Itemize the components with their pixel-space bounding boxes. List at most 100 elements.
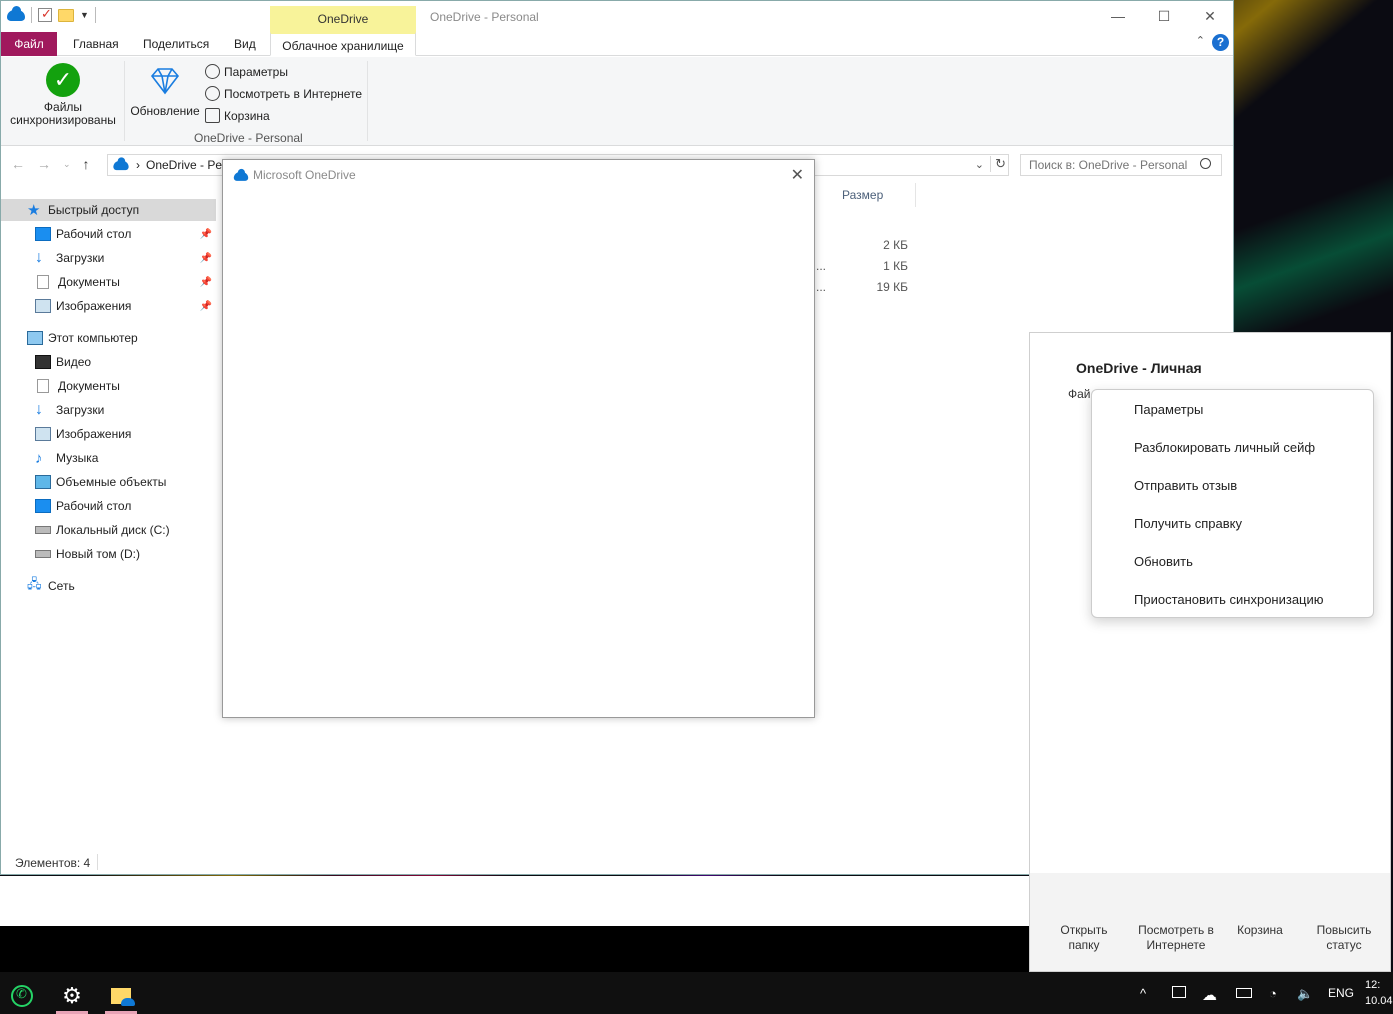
pin-icon[interactable]: 📌	[200, 229, 212, 240]
sidebar-item-label: Загрузки	[56, 251, 105, 265]
sidebar-item-label: Музыка	[56, 451, 99, 465]
gear-icon: ⚙	[62, 983, 82, 1008]
tab-cloud-storage[interactable]: Облачное хранилище	[270, 32, 416, 56]
refresh-icon[interactable]: ↻	[990, 156, 1006, 172]
sidebar-item-3d-objects[interactable]: Объемные объекты	[1, 471, 216, 493]
language-indicator[interactable]: ENG	[1328, 986, 1354, 1000]
wifi-icon[interactable]: ◔	[1269, 986, 1277, 1001]
sidebar-item-desktop[interactable]: Рабочий стол 📌	[1, 223, 216, 245]
diamond-icon	[150, 67, 180, 97]
drive-icon	[35, 550, 51, 558]
sidebar-item-music[interactable]: ♪ Музыка	[1, 447, 216, 469]
tab-share[interactable]: Поделиться	[131, 32, 221, 56]
document-icon	[37, 275, 49, 289]
collapse-ribbon-icon[interactable]: ⌃	[1196, 34, 1205, 47]
onedrive-tray-icon[interactable]: ☁	[1202, 986, 1217, 1004]
sidebar-item-label: Новый том (D:)	[56, 547, 140, 561]
volume-icon[interactable]: 🔈	[1297, 986, 1313, 1002]
recycle-bin-button[interactable]: Корзина	[205, 108, 270, 123]
menu-item-unlock-vault[interactable]: Разблокировать личный сейф	[1134, 440, 1315, 455]
tray-chevron-icon[interactable]: ^	[1140, 986, 1146, 1001]
cube-icon	[35, 475, 51, 489]
tab-file[interactable]: Файл	[1, 32, 57, 56]
pin-icon[interactable]: 📌	[200, 277, 212, 288]
ribbon: ✓ Файлы синхронизированы Обновление Пара…	[1, 57, 1233, 146]
menu-item-refresh[interactable]: Обновить	[1134, 554, 1193, 569]
music-icon: ♪	[35, 449, 43, 467]
sidebar-item-pc-documents[interactable]: Документы	[1, 375, 216, 397]
sidebar-item-drive-c[interactable]: Локальный диск (C:)	[1, 519, 216, 541]
new-folder-icon[interactable]	[58, 8, 74, 22]
params-button[interactable]: Параметры	[205, 64, 288, 79]
star-icon: ★	[27, 202, 41, 219]
help-icon[interactable]: ?	[1212, 34, 1229, 51]
file-size: 2 КБ	[883, 238, 908, 252]
check-circle-icon: ✓	[46, 63, 80, 97]
sidebar-item-downloads[interactable]: ↓ Загрузки 📌	[1, 247, 216, 269]
button-label: папку	[1068, 938, 1100, 952]
sidebar-item-videos[interactable]: Видео	[1, 351, 216, 373]
up-icon[interactable]: ↑	[83, 156, 90, 172]
column-header-size[interactable]: Размер	[842, 188, 883, 202]
recent-dropdown-icon[interactable]: ⌄	[63, 159, 71, 172]
explorer-taskbar-button[interactable]	[103, 978, 139, 1014]
menu-item-settings[interactable]: Параметры	[1134, 402, 1203, 417]
breadcrumb-chevron-icon[interactable]: ›	[136, 158, 140, 172]
tab-view[interactable]: Вид	[222, 32, 268, 56]
sidebar-item-label: Объемные объекты	[56, 475, 167, 489]
recycle-bin-icon	[205, 108, 220, 123]
sidebar-item-this-pc[interactable]: Этот компьютер	[1, 327, 216, 349]
button-label: Открыть	[1060, 923, 1108, 937]
sidebar-item-label: Видео	[56, 355, 92, 369]
tab-home[interactable]: Главная	[61, 32, 131, 56]
column-separator[interactable]	[915, 183, 916, 207]
view-online-button[interactable]: Посмотреть в Интернете	[205, 86, 362, 101]
menu-item-send-feedback[interactable]: Отправить отзыв	[1134, 478, 1237, 493]
quick-access-toolbar: ▼	[7, 5, 96, 23]
settings-taskbar-button[interactable]: ⚙	[54, 978, 90, 1014]
update-button[interactable]: Обновление	[129, 67, 201, 118]
sidebar-item-pictures[interactable]: Изображения 📌	[1, 295, 216, 317]
sidebar-item-drive-d[interactable]: Новый том (D:)	[1, 543, 216, 565]
view-online-button[interactable]: Посмотреть в Интернете	[1136, 923, 1216, 953]
keyboard-icon[interactable]	[1172, 986, 1186, 998]
menu-item-get-help[interactable]: Получить справку	[1134, 516, 1242, 531]
pin-icon[interactable]: 📌	[200, 253, 212, 264]
battery-icon[interactable]	[1236, 988, 1252, 998]
maximize-icon[interactable]: ☐	[1141, 1, 1187, 31]
sidebar-item-pc-pictures[interactable]: Изображения	[1, 423, 216, 445]
recycle-bin-button[interactable]: Корзина	[1216, 923, 1304, 953]
sidebar-item-pc-downloads[interactable]: ↓ Загрузки	[1, 399, 216, 421]
document-icon	[37, 379, 49, 393]
sidebar-item-pc-desktop[interactable]: Рабочий стол	[1, 495, 216, 517]
sidebar-item-quick-access[interactable]: ★ Быстрый доступ	[1, 199, 216, 221]
whatsapp-taskbar-button[interactable]	[4, 978, 40, 1014]
close-icon[interactable]: ✕	[1187, 1, 1233, 31]
context-tab-header: OneDrive	[270, 6, 416, 32]
minimize-icon[interactable]: —	[1095, 1, 1141, 31]
search-icon	[1200, 158, 1211, 169]
sidebar-item-documents[interactable]: Документы 📌	[1, 271, 216, 293]
onedrive-dialog: Microsoft OneDrive ✕	[222, 159, 815, 718]
address-dropdown-icon[interactable]: ⌄	[975, 158, 984, 171]
close-icon[interactable]: ✕	[791, 165, 804, 185]
menu-item-pause-sync[interactable]: Приостановить синхронизацию	[1134, 592, 1324, 607]
file-explorer-icon	[111, 988, 135, 1006]
background-band	[0, 926, 1029, 972]
clock[interactable]: 12: 10.04	[1365, 977, 1393, 1009]
window-title: OneDrive - Personal	[430, 10, 539, 24]
ribbon-group-label: OneDrive - Personal	[194, 131, 303, 145]
files-synced-button[interactable]: ✓ Файлы синхронизированы	[9, 63, 117, 127]
desktop-icon	[35, 227, 51, 241]
forward-icon[interactable]: →	[37, 156, 51, 172]
pin-icon[interactable]: 📌	[200, 301, 212, 312]
qat-dropdown-icon[interactable]: ▼	[80, 10, 89, 20]
back-icon[interactable]: ←	[11, 156, 25, 172]
search-input[interactable]	[1020, 154, 1222, 176]
properties-icon[interactable]	[38, 6, 52, 22]
sidebar-item-network[interactable]: 🖧 Сеть	[1, 575, 216, 597]
upgrade-button[interactable]: Повысить статус	[1304, 923, 1384, 953]
onedrive-icon	[7, 5, 25, 21]
sidebar-item-label: Быстрый доступ	[48, 203, 140, 217]
open-folder-button[interactable]: Открыть папку	[1030, 923, 1138, 953]
